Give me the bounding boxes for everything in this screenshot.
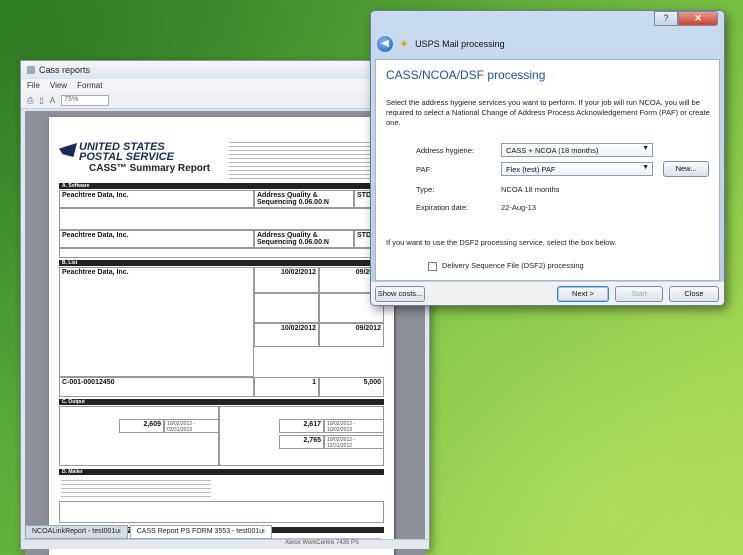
new-paf-button[interactable]: New... (663, 161, 709, 177)
window-controls: ? ✕ (654, 11, 718, 26)
report-disclaimer (229, 139, 379, 179)
back-arrow-icon[interactable]: ◀ (377, 36, 393, 52)
menu-format[interactable]: Format (77, 81, 102, 91)
page-heading: CASS/NCOA/DSF processing (386, 68, 546, 82)
report-title: CASS™ Summary Report (89, 163, 211, 174)
section-mailer: D. Mailer (59, 469, 384, 475)
show-costs-button[interactable]: Show costs... (375, 286, 425, 302)
out-crrt-cell: 2,765 (279, 435, 324, 449)
type-label: Type: (416, 185, 435, 194)
out-zip-dates-cell: 10/02/2012 - 03/31/2013 (164, 419, 219, 433)
mailer-text (61, 477, 211, 499)
software-cell-2: Address Quality & Sequencing 0.06.00.N (254, 230, 354, 248)
cass-reports-window: Cass reports File View Format ⎙ ▯ A 75% … (20, 60, 430, 555)
page-description: Select the address hygiene services you … (386, 98, 710, 127)
menu-file[interactable]: File (27, 81, 40, 91)
output-left-block (59, 406, 219, 466)
help-button[interactable]: ? (654, 11, 678, 26)
page-icon[interactable]: ▯ (39, 96, 43, 105)
print-icon[interactable]: ⎙ (27, 96, 33, 106)
out-zip-cell: 2,609 (119, 419, 164, 433)
title-bar: Cass reports (21, 61, 429, 79)
chevron-down-icon: ▼ (642, 164, 649, 171)
dsf2-checkbox-label[interactable]: Delivery Sequence File (DSF2) processing (442, 261, 584, 270)
software-cell-1: Address Quality & Sequencing 0.06.00.N (254, 190, 354, 208)
paf-select[interactable]: Flex (test) PAF ▼ (501, 162, 653, 176)
address-hygiene-label: Address hygiene: (416, 146, 474, 155)
dialog-title: USPS Mail processing (415, 39, 505, 49)
window-title: Cass reports (39, 65, 91, 75)
dialog-header: ◀ ✦ USPS Mail processing (377, 33, 505, 55)
wizard-icon: ✦ (399, 37, 410, 51)
report-page: UNITED STATES POSTAL SERVICE CASS™ Summar… (49, 117, 394, 555)
type-value: NCOA 18 months (501, 185, 560, 194)
dialog-footer: Show costs... Next > Start Close (371, 281, 724, 305)
master-date-cell: 10/02/2012 (254, 267, 319, 293)
report-viewer[interactable]: UNITED STATES POSTAL SERVICE CASS™ Summar… (25, 111, 425, 555)
date-cell-3: 09/2012 (319, 323, 384, 347)
expiration-value: 22-Aug-13 (501, 203, 537, 212)
mailer-signature-row (59, 501, 384, 523)
toolbar: ⎙ ▯ A 75% (21, 93, 429, 109)
dsf2-note: If you want to use the DSF2 processing s… (386, 238, 617, 247)
expiration-label: Expiration date: (416, 203, 469, 212)
menu-view[interactable]: View (50, 81, 67, 91)
out-5digit-cell: 2,617 (279, 419, 324, 433)
processor-cell: Peachtree Data, Inc. (59, 267, 254, 377)
software-blank-row-2 (59, 248, 384, 258)
out-crrt-dates-cell: 10/02/2012 - 12/31/2012 (324, 435, 384, 449)
menu-bar: File View Format (21, 79, 429, 93)
company-cell-2: Peachtree Data, Inc. (59, 230, 254, 248)
usps-mail-processing-dialog: ? ✕ ◀ ✦ USPS Mail processing CASS/NCOA/D… (370, 10, 725, 306)
total-records-cell: 5,000 (319, 377, 384, 397)
address-hygiene-select[interactable]: CASS + NCOA (18 months) ▼ (501, 143, 653, 157)
dialog-body: CASS/NCOA/DSF processing Select the addr… (375, 59, 720, 281)
company-cell-1: Peachtree Data, Inc. (59, 190, 254, 208)
app-icon (27, 66, 35, 74)
section-software: A. Software (59, 183, 384, 189)
paf-label: PAF: (416, 165, 433, 174)
dates-blank-1 (254, 293, 319, 323)
num-lists-cell: 1 (254, 377, 319, 397)
list-id-cell: C-001-00012450 (59, 377, 254, 397)
tab-cass-report[interactable]: CASS Report PS FORM 3553 - test001ui (129, 525, 272, 539)
usps-eagle-icon (59, 143, 77, 157)
next-button[interactable]: Next > (557, 286, 609, 302)
section-output: C. Output (59, 399, 384, 405)
zoom-select[interactable]: 75% (61, 95, 110, 106)
tab-ncoalink-report[interactable]: NCOALinkReport - test001ui (25, 525, 128, 539)
dsf2-checkbox[interactable] (428, 262, 437, 271)
usps-logo: UNITED STATES POSTAL SERVICE (79, 141, 174, 163)
status-bar: Xerox WorkCentre 7435 PS (21, 539, 429, 549)
date-cell-2: 10/02/2012 (254, 323, 319, 347)
font-icon[interactable]: A (50, 96, 55, 105)
close-button[interactable]: Close (669, 286, 719, 302)
chevron-down-icon: ▼ (642, 145, 649, 152)
software-blank-row (59, 208, 384, 230)
out-5digit-dates-cell: 10/02/2012 - 10/02/2013 (324, 419, 384, 433)
section-list: B. List (59, 260, 384, 266)
close-window-button[interactable]: ✕ (678, 11, 718, 26)
report-tabs: NCOALinkReport - test001ui CASS Report P… (25, 525, 272, 539)
start-button[interactable]: Start (615, 286, 663, 302)
